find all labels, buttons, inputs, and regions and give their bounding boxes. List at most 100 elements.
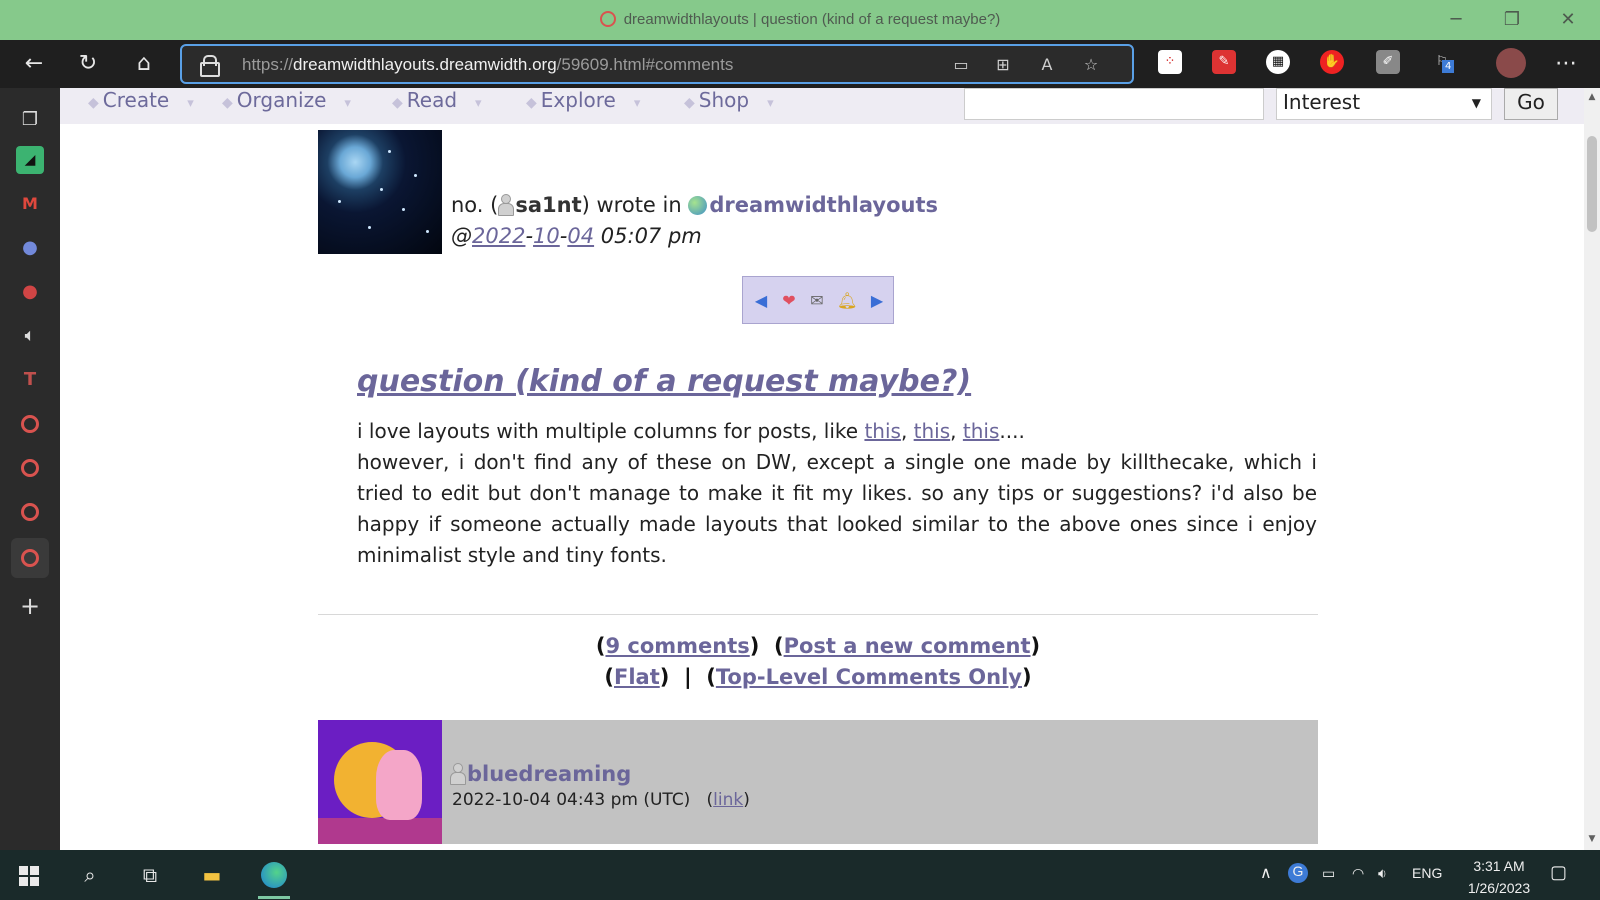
example-link-1[interactable]: this [864,419,901,443]
device-icon[interactable]: ▭ [948,53,974,77]
home-icon[interactable]: ⌂ [128,48,160,80]
page-content: ◆ Create ▾ ◆ Organize ▾ ◆ Read ▾ ◆ Explore ▾ ◆ Sh… [60,88,1584,850]
search-icon[interactable]: ⌕ [74,859,106,891]
comment-view-links: (Flat) | (Top-Level Comments Only) [604,665,1032,689]
user-icon[interactable] [498,194,515,216]
clock[interactable]: 3:31 AM 1/26/2023 [1454,855,1544,899]
apps-icon[interactable]: ⊞ [990,53,1016,77]
dreamwidth-sidebar-icon-active[interactable] [11,538,49,578]
user-icon[interactable] [450,763,466,785]
post-new-comment-link[interactable]: Post a new comment [784,634,1031,658]
extension-pen-icon[interactable]: ✐ [1376,50,1400,74]
sidebar-app-t-icon[interactable]: T [14,364,46,396]
notifications-icon[interactable]: ▢ [1550,862,1567,883]
search-type-select[interactable]: Interest ▼ [1276,88,1492,120]
discord-icon[interactable]: ● [14,232,46,264]
dreamwidth-swirl-icon [599,11,616,27]
sidebar-app-red-icon[interactable]: ● [14,276,46,308]
gmail-icon[interactable]: M [14,188,46,220]
window-titlebar: dreamwidthlayouts | question (kind of a … [0,0,1600,40]
entry-date: @2022-10-04 05:07 pm [451,224,702,248]
example-link-2[interactable]: this [914,419,951,443]
go-button[interactable]: Go [1504,88,1558,120]
more-icon[interactable]: ⋯ [1550,48,1582,80]
sidebar-app-green-icon[interactable]: ◢ [16,146,44,174]
favorite-add-icon[interactable]: ☆ [1078,53,1104,77]
browser-sidebar: ❐ ◢ M ● ● 🔈︎ T + [0,88,60,850]
edge-browser-icon[interactable] [258,859,290,899]
date-day-link[interactable]: 04 [567,224,594,248]
tray-app-icon[interactable]: G [1288,863,1308,883]
wifi-icon[interactable]: ◠ [1352,865,1364,882]
lock-icon[interactable] [200,55,220,77]
wrote-in-label: wrote in [596,193,682,217]
comment-userpic[interactable] [318,720,442,844]
read-aloud-icon[interactable]: A [1034,53,1060,77]
close-icon[interactable]: ✕ [1548,6,1588,34]
address-url[interactable]: https://dreamwidthlayouts.dreamwidth.org… [242,55,733,75]
volume-icon[interactable]: 🔉︎ [1378,865,1387,882]
nav-organize[interactable]: ◆ Organize ▾ [222,88,351,116]
browser-toolbar: ← ↻ ⌂ https://dreamwidthlayouts.dreamwid… [0,40,1600,88]
share-email-icon[interactable]: ✉ [807,291,827,311]
dreamwidth-sidebar-icon-2[interactable] [14,452,46,484]
speaker-icon[interactable]: 🔈︎ [14,320,46,352]
divider [318,614,1318,615]
minimize-icon[interactable]: ─ [1436,6,1476,34]
add-memory-icon[interactable]: ❤ [779,291,799,311]
site-nav: ◆ Create ▾ ◆ Organize ▾ ◆ Read ▾ ◆ Explore ▾ ◆ Sh… [60,88,1584,124]
nav-shop[interactable]: ◆ Shop ▾ [684,88,774,116]
windows-start-icon[interactable] [19,866,39,886]
tabs-icon[interactable]: ❐ [14,104,46,136]
comment-link[interactable]: link [713,790,743,810]
nav-read[interactable]: ◆ Read ▾ [392,88,482,116]
scroll-up-icon[interactable]: ▲ [1584,92,1600,102]
date-year-link[interactable]: 2022 [472,224,525,248]
address-bar[interactable]: https://dreamwidthlayouts.dreamwidth.org… [180,44,1134,84]
extension-counter-icon[interactable]: ⚐4 [1430,50,1455,74]
poster-username[interactable]: sa1nt [515,193,581,217]
extension-dots-icon[interactable]: ⁘ [1158,50,1182,74]
search-input[interactable] [964,88,1264,120]
date-month-link[interactable]: 10 [533,224,560,248]
comments-count-link[interactable]: 9 comments [605,634,749,658]
extension-hand-icon[interactable]: ✋ [1320,50,1344,74]
profile-avatar[interactable] [1496,48,1526,78]
comment: bluedreaming 2022-10-04 04:43 pm (UTC) (… [318,720,1318,844]
restore-icon[interactable]: ❐ [1492,6,1532,34]
taskbar: ⌕ ⧉ ▬ ∧ G ▭ ◠ 🔉︎ ENG 3:31 AM 1/26/2023 ▢ [0,850,1600,900]
nav-explore[interactable]: ◆ Explore ▾ [526,88,640,116]
back-icon[interactable]: ← [18,48,50,80]
extension-grid-icon[interactable]: ▦ [1266,50,1290,74]
entry-time: 05:07 pm [600,224,702,248]
entry-body: i love layouts with multiple columns for… [357,416,1317,571]
previous-entry-icon[interactable]: ◀ [751,291,771,311]
top-level-link[interactable]: Top-Level Comments Only [716,665,1022,689]
entry-title[interactable]: question (kind of a request maybe?) [357,364,971,399]
tray-chevron-icon[interactable]: ∧ [1260,863,1272,883]
next-entry-icon[interactable]: ▶ [867,291,887,311]
entry-tools: ◀ ❤ ✉ 🔔︎ ▶ [742,276,894,324]
battery-icon[interactable]: ▭ [1322,865,1335,882]
track-bell-icon[interactable]: 🔔︎ [837,291,857,311]
flat-view-link[interactable]: Flat [614,665,660,689]
entry-header: no. (sa1nt) wrote in dreamwidthlayouts @… [451,190,938,252]
dreamwidth-sidebar-icon-1[interactable] [14,408,46,440]
refresh-icon[interactable]: ↻ [72,48,104,80]
community-icon[interactable] [688,196,708,215]
scrollbar-thumb[interactable] [1587,136,1597,232]
entry-userpic[interactable] [318,130,442,254]
nav-create[interactable]: ◆ Create ▾ [88,88,194,116]
language-indicator[interactable]: ENG [1412,865,1442,881]
example-link-3[interactable]: this [963,419,1000,443]
scroll-down-icon[interactable]: ▼ [1584,834,1600,844]
add-icon[interactable]: + [14,590,46,622]
extension-pdf-icon[interactable]: ✎ [1212,50,1236,74]
dreamwidth-sidebar-icon-3[interactable] [14,496,46,528]
comment-author[interactable]: bluedreaming [450,762,631,786]
community-link[interactable]: dreamwidthlayouts [709,193,938,217]
file-explorer-icon[interactable]: ▬ [196,859,228,891]
entry-body-text: however, i don't find any of these on DW… [357,450,1317,567]
task-view-icon[interactable]: ⧉ [134,859,166,891]
page-scrollbar[interactable]: ▲ ▼ [1584,88,1600,850]
